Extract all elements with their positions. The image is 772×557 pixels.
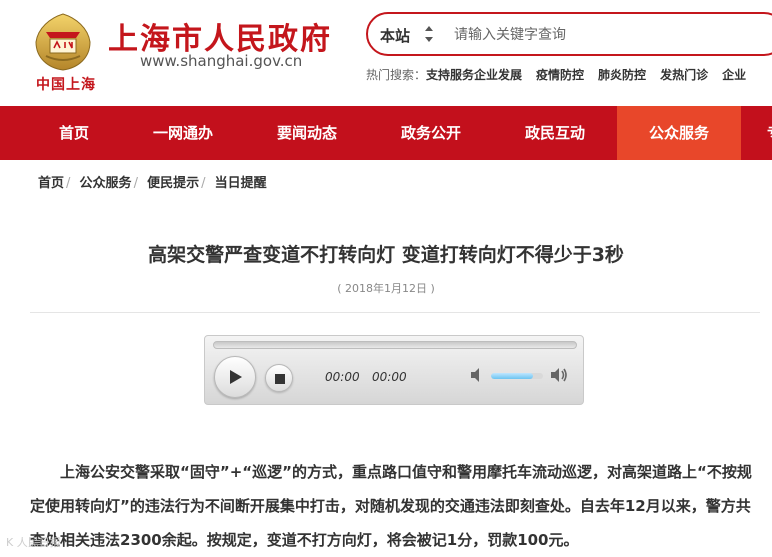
volume-max-icon[interactable] <box>549 366 569 388</box>
site-header: 中国上海 上海市人民政府 www.shanghai.gov.cn 本站 热门搜索… <box>0 0 772 106</box>
search-input[interactable] <box>454 22 772 48</box>
audio-player: 00:00 00:00 <box>204 335 584 405</box>
play-button[interactable] <box>214 356 256 398</box>
hot-search-item[interactable]: 发热门诊 <box>660 68 708 82</box>
logo-subtitle: 中国上海 <box>36 77 96 93</box>
current-time: 00:00 <box>325 370 360 384</box>
breadcrumb-item-current: 当日提醒 <box>214 176 267 191</box>
breadcrumb-separator: / <box>201 176 206 191</box>
volume-mute-icon[interactable] <box>469 366 487 388</box>
nav-item-one-network[interactable]: 一网通办 <box>121 106 245 160</box>
hot-search-item[interactable]: 企业 <box>722 68 746 82</box>
stop-button[interactable] <box>265 364 293 392</box>
search-scope-select[interactable]: 本站 <box>380 25 410 46</box>
audio-progress-bar[interactable] <box>213 341 577 349</box>
site-url: www.shanghai.gov.cn <box>140 52 303 70</box>
stop-icon <box>275 374 285 384</box>
nav-item-more[interactable]: 专 <box>741 106 772 160</box>
main-nav: 首页 一网通办 要闻动态 政务公开 政民互动 公众服务 专 <box>0 106 772 160</box>
volume-level <box>491 373 533 379</box>
hot-search-bar: 热门搜索：支持服务企业发展 疫情防控 肺炎防控 发热门诊 企业 <box>366 66 746 83</box>
hot-search-item[interactable]: 支持服务企业发展 <box>426 68 522 82</box>
search-box: 本站 <box>366 12 772 56</box>
hot-search-item[interactable]: 肺炎防控 <box>598 68 646 82</box>
watermark: K 人民日报 <box>6 536 61 549</box>
breadcrumb-item[interactable]: 首页 <box>38 176 64 191</box>
nav-item-news[interactable]: 要闻动态 <box>245 106 369 160</box>
breadcrumb: 首页 / 公众服务 / 便民提示 / 当日提醒 <box>38 172 267 191</box>
nav-item-interaction[interactable]: 政民互动 <box>493 106 617 160</box>
hot-search-label: 热门搜索： <box>366 68 427 82</box>
divider <box>30 312 760 313</box>
shanghai-emblem-icon[interactable] <box>32 12 94 72</box>
nav-item-public-service[interactable]: 公众服务 <box>617 106 741 160</box>
article-title: 高架交警严查变道不打转向灯 变道打转向灯不得少于3秒 <box>148 244 624 266</box>
nav-item-gov-affairs[interactable]: 政务公开 <box>369 106 493 160</box>
play-icon <box>230 370 242 384</box>
article-body: 上海公安交警采取“固守”+“巡逻”的方式，重点路口值守和警用摩托车流动巡逻，对高… <box>30 463 752 549</box>
breadcrumb-separator: / <box>66 176 71 191</box>
breadcrumb-item[interactable]: 公众服务 <box>80 176 132 191</box>
hot-search-item[interactable]: 疫情防控 <box>536 68 584 82</box>
sort-arrows-icon[interactable] <box>424 23 434 45</box>
volume-slider[interactable] <box>491 373 543 379</box>
nav-item-home[interactable]: 首页 <box>12 106 136 160</box>
duration-time: 00:00 <box>372 370 407 384</box>
breadcrumb-separator: / <box>133 176 138 191</box>
breadcrumb-item[interactable]: 便民提示 <box>147 176 199 191</box>
article-date: ( 2018年1月12日 ) <box>337 282 435 295</box>
